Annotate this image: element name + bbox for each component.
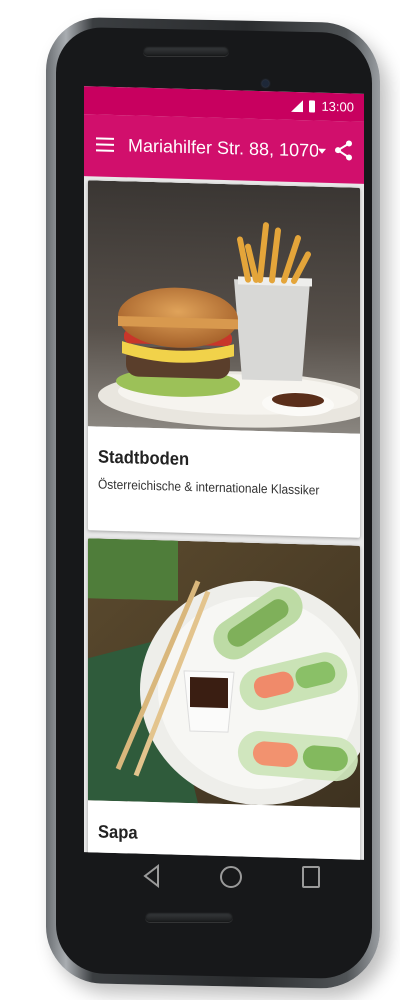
restaurant-name: Stadtboden [98, 446, 190, 470]
front-camera [262, 80, 269, 87]
app-bar: Mariahilfer Str. 88, 1070... [84, 114, 364, 184]
recents-icon[interactable] [302, 866, 320, 888]
battery-icon [309, 99, 316, 113]
restaurant-name: Sapa [98, 821, 138, 843]
status-indicators: 13:00 [291, 98, 354, 115]
restaurant-photo-spring-rolls [88, 538, 360, 808]
share-icon[interactable] [334, 139, 354, 162]
restaurant-card[interactable]: Stadtboden Österreichische & internation… [88, 180, 360, 538]
menu-icon[interactable] [96, 137, 114, 152]
bottom-speaker [145, 912, 233, 922]
restaurant-photo-burger [88, 180, 360, 434]
restaurant-description: Österreichische & internationale Klassik… [98, 476, 320, 498]
restaurant-card[interactable]: Sapa [88, 538, 360, 860]
back-icon[interactable] [142, 864, 162, 888]
dropdown-icon[interactable] [318, 148, 326, 154]
location-title[interactable]: Mariahilfer Str. 88, 1070... [128, 135, 318, 161]
navigation-bar [86, 848, 366, 908]
top-speaker [143, 46, 229, 56]
signal-icon [291, 99, 304, 112]
app-screen: 13:00 Mariahilfer Str. 88, 1070... Stadt… [84, 86, 364, 860]
home-icon[interactable] [220, 866, 242, 888]
status-time: 13:00 [321, 98, 354, 115]
